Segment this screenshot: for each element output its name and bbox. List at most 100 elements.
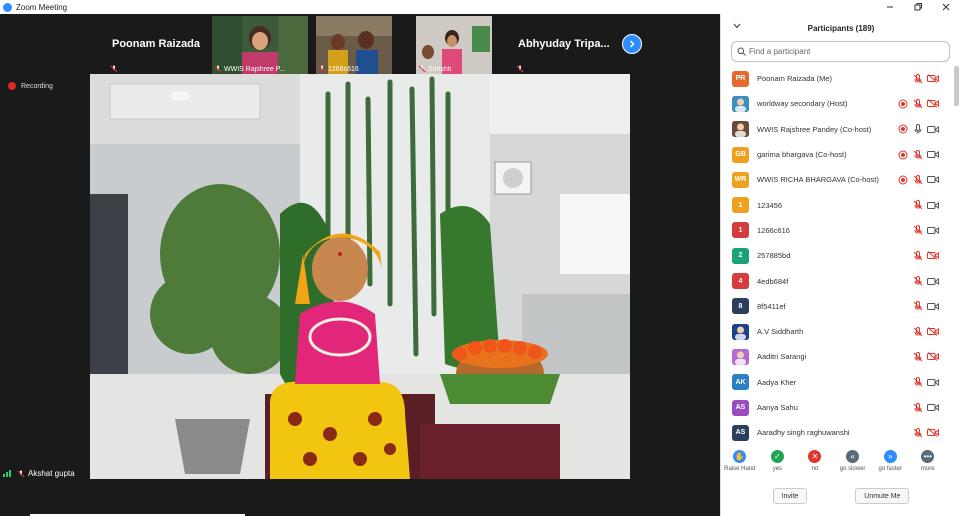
unmute-me-button[interactable]: Unmute Me <box>855 488 910 504</box>
video-off-icon <box>927 74 939 84</box>
participant-strip: Poonam Raizada WWIS Rajshree P... 1266c6… <box>108 16 653 74</box>
video-icon <box>927 301 939 311</box>
mic-icon <box>912 124 924 134</box>
participant-search-box[interactable] <box>731 41 950 62</box>
participant-status-icons <box>894 124 939 134</box>
mic-muted-icon <box>912 225 924 235</box>
raise-hand-reaction[interactable]: ✋ Raise Hand <box>721 450 759 480</box>
invite-button[interactable]: Invite <box>772 488 808 504</box>
video-icon <box>927 124 939 134</box>
participant-row[interactable]: 1 123456 <box>721 192 953 217</box>
close-button[interactable] <box>932 0 960 14</box>
participant-row[interactable]: WR WWIS RICHA BHARGAVA (Co-host) <box>721 167 953 192</box>
avatar: 2 <box>732 247 749 264</box>
tile-label: 1266c616 <box>328 66 359 73</box>
yes-icon: ✓ <box>770 450 784 463</box>
participant-row[interactable]: AS Aanya Sahu <box>721 395 953 420</box>
reaction-label: go slower <box>839 466 866 472</box>
search-input[interactable] <box>749 47 939 56</box>
signal-strength-icon <box>3 468 13 479</box>
title-bar: Zoom Meeting <box>0 0 960 14</box>
avatar: AS <box>732 424 749 441</box>
mic-muted-icon <box>912 402 924 413</box>
strip-tile[interactable]: Abhyuday Tripa... <box>514 16 618 74</box>
restore-button[interactable] <box>904 0 932 14</box>
video-icon <box>927 377 939 387</box>
strip-tile[interactable]: Poonam Raizada <box>108 16 204 74</box>
mic-muted-icon <box>912 351 924 362</box>
participant-row[interactable]: worldway secondary (Host) <box>721 91 953 116</box>
participant-row[interactable]: WWIS Rajshree Pandey (Co-host) <box>721 117 953 142</box>
raise-hand-icon: ✋ <box>733 450 747 463</box>
chevron-right-icon <box>629 40 635 48</box>
mic-muted-icon <box>912 98 924 109</box>
video-icon <box>927 150 939 160</box>
more-reaction[interactable]: ••• more <box>909 450 947 480</box>
more-icon: ••• <box>921 450 935 463</box>
reactions-bar: ✋ Raise Hand ✓ yes ✕ no « go slower » go faster ••… <box>721 450 960 480</box>
participant-name: 8f5411ef <box>757 301 786 311</box>
participant-name: WWIS RICHA BHARGAVA (Co-host) <box>757 175 879 185</box>
video-icon <box>927 175 939 185</box>
participant-status-icons <box>909 301 939 311</box>
participant-status-icons <box>909 250 939 261</box>
next-page-button[interactable] <box>622 34 642 54</box>
participant-row[interactable]: 2 257885bd <box>721 243 953 268</box>
panel-header: Participants (189) <box>721 14 960 42</box>
participant-name: Aaradhy singh raghuwanshi <box>757 428 850 438</box>
participant-name: worldway secondary (Host) <box>757 99 848 109</box>
self-name: Akshat gupta <box>28 469 75 478</box>
participant-row[interactable]: PR Poonam Raizada (Me) <box>721 66 953 91</box>
participant-status-icons <box>894 149 939 160</box>
go-faster-reaction[interactable]: » go faster <box>871 450 909 480</box>
participant-row[interactable]: Aaditri Sarangi <box>721 344 953 369</box>
participant-row[interactable]: 4 4edb684f <box>721 268 953 293</box>
meeting-area: Poonam Raizada WWIS Rajshree P... 1266c6… <box>0 14 720 516</box>
participant-name: 1266c616 <box>757 225 790 235</box>
recording-icon <box>897 150 909 160</box>
strip-tile[interactable]: WWIS Rajshree P... <box>212 16 308 74</box>
mic-muted-icon <box>214 65 222 73</box>
recording-indicator[interactable]: Recording <box>8 82 53 90</box>
panel-footer: Invite Unmute Me <box>721 488 960 508</box>
participant-name: WWIS Rajshree Pandey (Co-host) <box>757 124 872 134</box>
participant-row[interactable]: 1 1266c616 <box>721 218 953 243</box>
participant-status-icons <box>909 427 939 438</box>
avatar: WR <box>732 171 749 188</box>
participant-name: garima bhargava (Co-host) <box>757 150 847 160</box>
participant-row[interactable]: AK Aadya Kher <box>721 370 953 395</box>
video-icon <box>927 225 939 235</box>
participant-status-icons <box>894 174 939 185</box>
go-slower-reaction[interactable]: « go slower <box>834 450 872 480</box>
participant-row[interactable]: 8 8f5411ef <box>721 294 953 319</box>
avatar: 8 <box>732 298 749 315</box>
participant-status-icons <box>909 225 939 235</box>
mic-muted-icon <box>912 73 924 84</box>
avatar <box>732 323 749 340</box>
no-reaction[interactable]: ✕ no <box>796 450 834 480</box>
participant-row[interactable]: GB garima bhargava (Co-host) <box>721 142 953 167</box>
search-icon <box>737 47 746 56</box>
restore-icon <box>914 3 922 11</box>
participant-row[interactable]: AS Aaradhy singh raghuwanshi <box>721 420 953 444</box>
participant-row[interactable]: A.V Siddharth <box>721 319 953 344</box>
mic-muted-icon <box>912 377 924 387</box>
video-off-icon <box>927 251 939 261</box>
yes-reaction[interactable]: ✓ yes <box>759 450 797 480</box>
mic-muted-icon <box>912 301 924 311</box>
video-off-icon <box>927 99 939 109</box>
minimize-button[interactable] <box>876 0 904 14</box>
strip-tile[interactable]: Shrishti <box>416 16 492 74</box>
video-icon <box>927 200 939 210</box>
participant-status-icons <box>909 326 939 337</box>
tile-name: Abhyuday Tripa... <box>518 38 610 50</box>
video-off-icon <box>927 352 939 362</box>
avatar: AK <box>732 374 749 391</box>
participant-name: Aanya Sahu <box>757 403 798 412</box>
video-icon <box>927 403 939 413</box>
strip-tile[interactable]: 1266c616 <box>316 16 392 74</box>
participants-title: Participants (189) <box>807 24 875 33</box>
avatar: GB <box>732 146 749 163</box>
participant-list-scrollbar[interactable] <box>954 66 959 106</box>
participant-list: PR Poonam Raizada (Me) worldway secondary … <box>721 66 953 444</box>
